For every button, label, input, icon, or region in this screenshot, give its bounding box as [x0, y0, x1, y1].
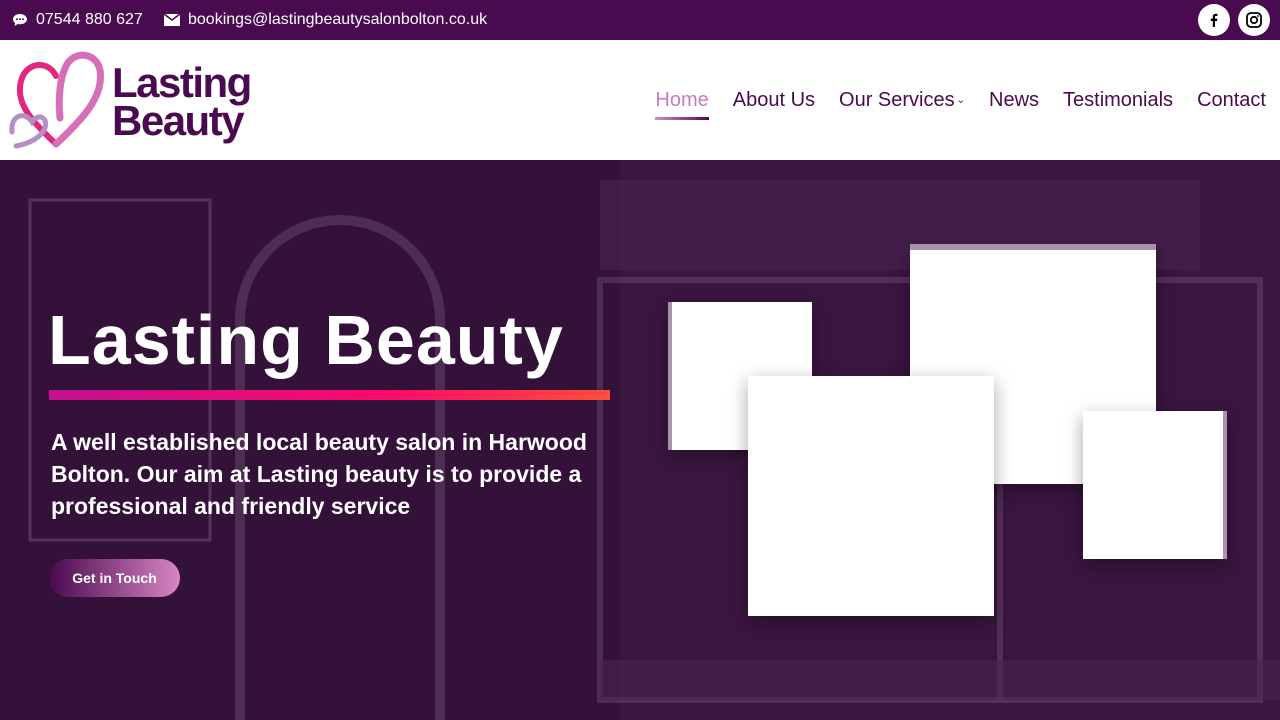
nav-about-us[interactable]: About Us	[733, 89, 815, 112]
gallery-tile[interactable]	[748, 376, 994, 616]
email-contact[interactable]: bookings@lastingbeautysalonbolton.co.uk	[164, 0, 487, 40]
chat-icon	[13, 14, 27, 26]
hero-section: Lasting Beauty A well established local …	[0, 160, 1280, 720]
hero-title: Lasting Beauty	[48, 301, 564, 379]
hero-tagline: A well established local beauty salon in…	[51, 429, 587, 519]
chevron-down-icon[interactable]: ⌄	[957, 95, 965, 106]
facebook-icon	[1210, 13, 1218, 27]
nav-contact[interactable]: Contact	[1197, 89, 1266, 112]
get-in-touch-button[interactable]: Get in Touch	[49, 559, 180, 597]
hero-gradient-divider	[49, 390, 610, 400]
nav-our-services[interactable]: Our Services ⌄	[839, 89, 965, 112]
site-logo[interactable]: Lasting Beauty	[8, 48, 258, 152]
instagram-link[interactable]	[1238, 4, 1270, 36]
nav-news[interactable]: News	[989, 89, 1039, 112]
email-address[interactable]: bookings@lastingbeautysalonbolton.co.uk	[188, 11, 487, 29]
main-nav: Home About Us Our Services ⌄ News Testimo…	[631, 40, 1266, 160]
phone-contact[interactable]: 07544 880 627	[12, 0, 143, 40]
phone-number[interactable]: 07544 880 627	[36, 11, 143, 29]
heart-logo-icon	[9, 51, 104, 149]
logo-text-line2: Beauty	[112, 97, 245, 144]
top-bar: 07544 880 627 bookings@lastingbeautysalo…	[0, 0, 1280, 40]
nav-testimonials[interactable]: Testimonials	[1063, 89, 1173, 112]
facebook-link[interactable]	[1198, 4, 1230, 36]
instagram-icon	[1246, 12, 1262, 28]
gallery-tile[interactable]	[1083, 411, 1227, 559]
nav-our-services-label[interactable]: Our Services	[839, 89, 955, 111]
mail-icon	[164, 14, 180, 26]
nav-home[interactable]: Home	[655, 89, 710, 120]
